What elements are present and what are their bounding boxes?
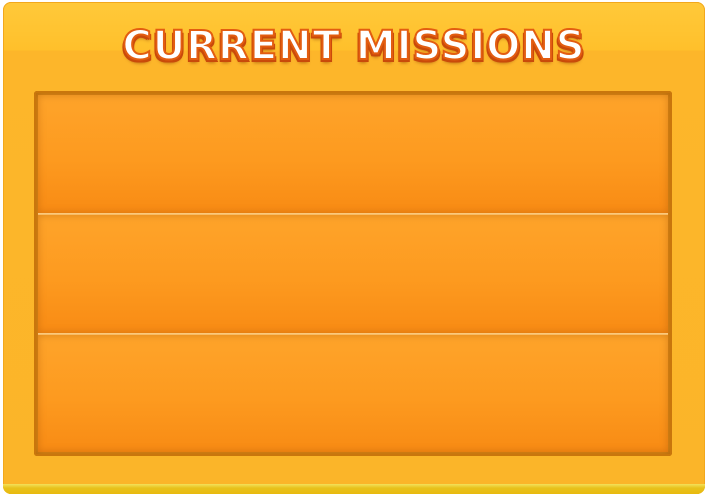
mission-slot-1[interactable]: [38, 95, 668, 213]
mission-slot-3[interactable]: [38, 335, 668, 452]
mission-slot-2[interactable]: [38, 215, 668, 333]
missions-panel: CURRENT MISSIONS: [3, 2, 705, 494]
panel-bottom-trim: [3, 484, 705, 494]
mission-list: [34, 91, 672, 456]
panel-title: CURRENT MISSIONS: [121, 22, 586, 70]
